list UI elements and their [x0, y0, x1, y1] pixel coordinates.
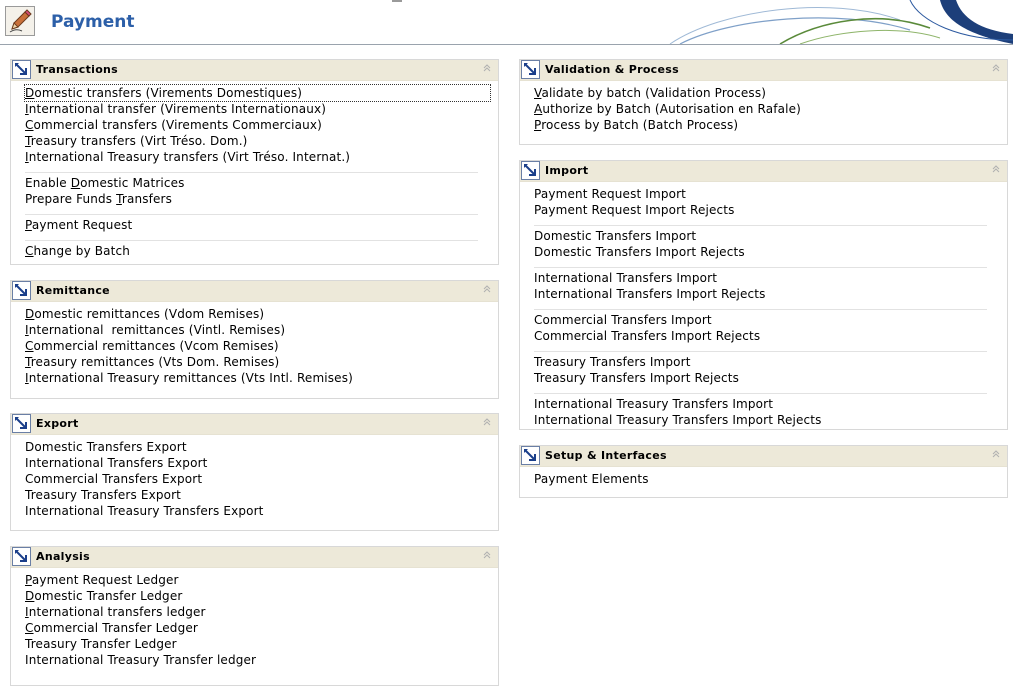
menu-link[interactable]: International Treasury remittances (Vts … [25, 370, 498, 386]
panel-analysis: Analysis Payment Request Ledger Domestic … [10, 546, 499, 686]
menu-separator [534, 267, 987, 268]
shortcut-arrow-icon[interactable] [521, 446, 540, 465]
menu-link[interactable]: Treasury remittances (Vts Dom. Remises) [25, 354, 498, 370]
pencil-icon [5, 6, 35, 36]
panel-export-header: Export [11, 414, 498, 435]
menu-separator [534, 351, 987, 352]
shortcut-arrow-icon[interactable] [12, 414, 31, 433]
shortcut-arrow-icon[interactable] [521, 60, 540, 79]
menu-link[interactable]: International Treasury Transfers Export [25, 503, 498, 519]
menu-link[interactable]: Treasury transfers (Virt Tréso. Dom.) [25, 133, 498, 149]
panel-export: Export Domestic Transfers Export Internat… [10, 413, 499, 531]
panel-title: Validation & Process [545, 63, 679, 76]
panel-title: Transactions [36, 63, 119, 76]
menu-link[interactable]: Commercial Transfers Export [25, 471, 498, 487]
collapse-chevron-icon[interactable] [482, 283, 492, 295]
panel-body: Domestic transfers (Virements Domestique… [11, 81, 498, 259]
menu-link[interactable]: Commercial Transfers Import Rejects [534, 328, 1007, 344]
menu-link[interactable]: International Transfers Import Rejects [534, 286, 1007, 302]
panel-body: Payment Elements [520, 467, 1007, 487]
collapse-chevron-icon[interactable] [482, 416, 492, 428]
menu-link[interactable]: Enable Domestic Matrices [25, 175, 498, 191]
menu-link[interactable]: Treasury Transfers Export [25, 487, 498, 503]
menu-link[interactable]: Domestic Transfers Export [25, 439, 498, 455]
collapse-chevron-icon[interactable] [991, 448, 1001, 460]
menu-link[interactable]: Commercial remittances (Vcom Remises) [25, 338, 498, 354]
menu-separator [25, 240, 478, 241]
menu-separator [25, 214, 478, 215]
panel-title: Export [36, 417, 79, 430]
panel-title: Import [545, 164, 589, 177]
panel-transactions-header: Transactions [11, 60, 498, 81]
panel-body: Domestic Transfers Export International T… [11, 435, 498, 519]
panel-body: Payment Request Import Payment Request Im… [520, 182, 1007, 428]
shortcut-arrow-icon[interactable] [12, 547, 31, 566]
menu-link[interactable]: International Treasury transfers (Virt T… [25, 149, 498, 165]
menu-link[interactable]: Domestic remittances (Vdom Remises) [25, 306, 498, 322]
panel-setup-header: Setup & Interfaces [520, 446, 1007, 467]
panel-transactions: Transactions Domestic transfers (Viremen… [10, 59, 499, 265]
menu-separator [534, 225, 987, 226]
menu-link[interactable]: Treasury Transfers Import Rejects [534, 370, 1007, 386]
menu-link[interactable]: International remittances (Vintl. Remise… [25, 322, 498, 338]
panel-title: Remittance [36, 284, 110, 297]
menu-link[interactable]: International Treasury Transfers Import [534, 396, 1007, 412]
menu-link[interactable]: Process by Batch (Batch Process) [534, 117, 1007, 133]
menu-link[interactable]: Domestic Transfers Import Rejects [534, 244, 1007, 260]
menu-link[interactable]: Validate by batch (Validation Process) [534, 85, 1007, 101]
menu-link[interactable]: Domestic transfers (Virements Domestique… [24, 84, 491, 102]
menu-link[interactable]: Payment Request Ledger [25, 572, 498, 588]
collapse-chevron-icon[interactable] [482, 62, 492, 74]
shortcut-arrow-icon[interactable] [12, 281, 31, 300]
panel-remittance-header: Remittance [11, 281, 498, 302]
collapse-chevron-icon[interactable] [991, 62, 1001, 74]
menu-link[interactable]: International Transfers Import [534, 270, 1007, 286]
page-header: Payment [0, 0, 1013, 45]
menu-link[interactable]: Payment Request Import Rejects [534, 202, 1007, 218]
panel-analysis-header: Analysis [11, 547, 498, 568]
menu-link[interactable]: Treasury Transfer Ledger [25, 636, 498, 652]
menu-link[interactable]: Commercial transfers (Virements Commerci… [25, 117, 498, 133]
menu-link[interactable]: Treasury Transfers Import [534, 354, 1007, 370]
menu-link[interactable]: International Treasury Transfers Import … [534, 412, 1007, 428]
menu-link[interactable]: Authorize by Batch (Autorisation en Rafa… [534, 101, 1007, 117]
shortcut-arrow-icon[interactable] [521, 161, 540, 180]
menu-link[interactable]: Payment Request Import [534, 186, 1007, 202]
panel-setup-interfaces: Setup & Interfaces Payment Elements [519, 445, 1008, 498]
menu-link[interactable]: International transfer (Virements Intern… [25, 101, 498, 117]
panel-body: Payment Request Ledger Domestic Transfer … [11, 568, 498, 668]
menu-link[interactable]: International transfers ledger [25, 604, 498, 620]
panel-import: Import Payment Request Import Payment Req… [519, 160, 1008, 430]
page-title: Payment [51, 12, 135, 32]
menu-link[interactable]: International Transfers Export [25, 455, 498, 471]
panel-import-header: Import [520, 161, 1007, 182]
collapse-chevron-icon[interactable] [991, 163, 1001, 175]
menu-link[interactable]: Domestic Transfers Import [534, 228, 1007, 244]
menu-link[interactable]: Domestic Transfer Ledger [25, 588, 498, 604]
menu-link[interactable]: Commercial Transfer Ledger [25, 620, 498, 636]
menu-separator [25, 172, 478, 173]
panel-body: Domestic remittances (Vdom Remises) Inter… [11, 302, 498, 386]
panel-title: Setup & Interfaces [545, 449, 667, 462]
panel-body: Validate by batch (Validation Process) Au… [520, 81, 1007, 133]
menu-link[interactable]: Change by Batch [25, 243, 498, 259]
header-swoosh-decoration [669, 0, 1013, 44]
shortcut-arrow-icon[interactable] [12, 60, 31, 79]
menu-link[interactable]: International Treasury Transfer ledger [25, 652, 498, 668]
window-grip [392, 0, 402, 2]
menu-link[interactable]: Prepare Funds Transfers [25, 191, 498, 207]
menu-link[interactable]: Commercial Transfers Import [534, 312, 1007, 328]
panel-title: Analysis [36, 550, 90, 563]
menu-separator [534, 393, 987, 394]
collapse-chevron-icon[interactable] [482, 549, 492, 561]
panel-validation-process: Validation & Process Validate by batch (… [519, 59, 1008, 145]
panel-remittance: Remittance Domestic remittances (Vdom Re… [10, 280, 499, 399]
menu-separator [534, 309, 987, 310]
panel-validation-header: Validation & Process [520, 60, 1007, 81]
menu-link[interactable]: Payment Elements [534, 471, 1007, 487]
menu-link[interactable]: Payment Request [25, 217, 498, 233]
